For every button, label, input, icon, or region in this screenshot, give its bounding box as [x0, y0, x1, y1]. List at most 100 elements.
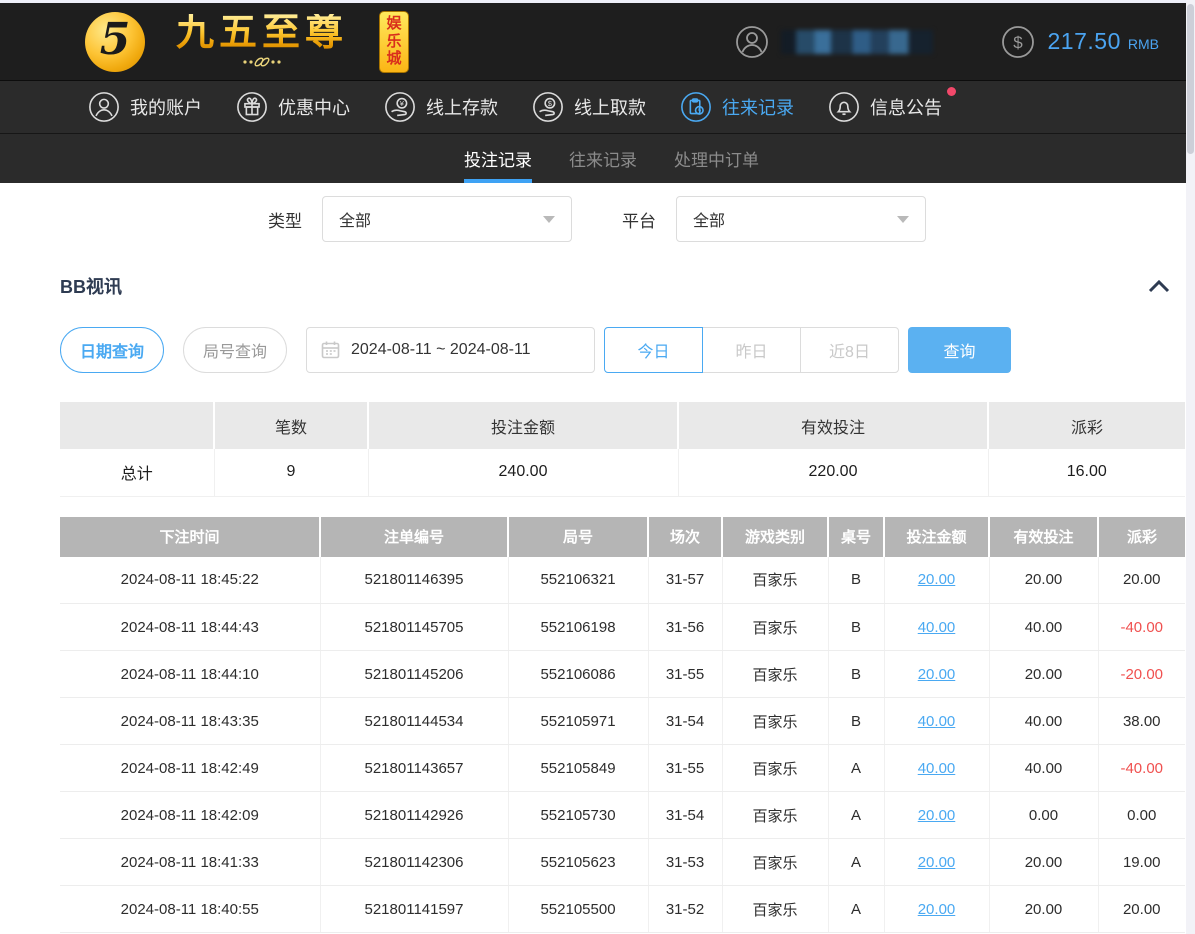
balance-display[interactable]: $ 217.50 RMB: [1001, 25, 1159, 59]
bet-table-body: 2024-08-11 18:45:22521801146395552106321…: [60, 557, 1185, 933]
bet-table-header-row: 下注时间 注单编号 局号 场次 游戏类别 桌号 投注金额 有效投注 派彩: [60, 517, 1185, 557]
balance-coin-icon: $: [1001, 25, 1035, 59]
col-game-type: 游戏类别: [722, 517, 828, 557]
table-cell: 31-56: [648, 604, 722, 651]
table-row: 2024-08-11 18:44:43521801145705552106198…: [60, 604, 1185, 651]
bet-amount-link[interactable]: 40.00: [918, 619, 956, 636]
table-cell: 20.00: [989, 839, 1098, 886]
table-cell[interactable]: 20.00: [884, 792, 989, 839]
site-header: 5 九五至尊 娱乐城 $: [0, 3, 1195, 80]
last-8-days-button[interactable]: 近8日: [800, 327, 899, 373]
nav-label: 线上存款: [426, 94, 498, 120]
platform-select[interactable]: 全部: [676, 196, 926, 242]
table-cell: 20.00: [989, 886, 1098, 933]
balance-amount: 217.50: [1048, 28, 1121, 55]
table-cell: 2024-08-11 18:43:35: [60, 698, 320, 745]
table-cell[interactable]: 20.00: [884, 557, 989, 604]
table-cell[interactable]: 40.00: [884, 604, 989, 651]
nav-label: 往来记录: [722, 94, 794, 120]
nav-item-my-account[interactable]: 我的账户: [88, 91, 202, 123]
nav-label: 信息公告: [870, 94, 942, 120]
summary-total-label: 总计: [60, 449, 214, 496]
table-cell: 2024-08-11 18:41:33: [60, 839, 320, 886]
table-cell: 20.00: [1098, 886, 1185, 933]
summary-count-value: 9: [214, 449, 368, 496]
table-cell[interactable]: 20.00: [884, 839, 989, 886]
chevron-down-icon: [543, 216, 555, 223]
table-row: 2024-08-11 18:40:55521801141597552105500…: [60, 886, 1185, 933]
table-cell: 2024-08-11 18:42:49: [60, 745, 320, 792]
table-cell: A: [828, 792, 884, 839]
table-cell: 31-55: [648, 745, 722, 792]
nav-item-deposit[interactable]: ¥ 线上存款: [384, 91, 498, 123]
bet-amount-link[interactable]: 20.00: [918, 901, 956, 918]
user-avatar-icon: [735, 25, 769, 59]
section-header: BB视讯: [60, 273, 1185, 299]
table-cell: 20.00: [1098, 557, 1185, 604]
table-cell: 31-57: [648, 557, 722, 604]
table-cell: A: [828, 839, 884, 886]
date-query-button[interactable]: 日期查询: [60, 327, 164, 373]
table-row: 2024-08-11 18:45:22521801146395552106321…: [60, 557, 1185, 604]
table-cell: A: [828, 745, 884, 792]
scrollbar-thumb[interactable]: [1187, 4, 1194, 154]
bet-amount-link[interactable]: 20.00: [918, 571, 956, 588]
tab-pending-orders[interactable]: 处理中订单: [674, 134, 759, 183]
table-cell: 百家乐: [722, 698, 828, 745]
bell-icon: [828, 91, 860, 123]
date-range-picker[interactable]: 2024-08-11 ~ 2024-08-11: [306, 327, 595, 373]
summary-header-empty: [60, 402, 214, 449]
collapse-chevron-up-icon[interactable]: [1148, 279, 1170, 293]
table-cell: 521801143657: [320, 745, 508, 792]
table-cell: 百家乐: [722, 557, 828, 604]
table-cell[interactable]: 20.00: [884, 886, 989, 933]
brand-name: 九五至尊: [176, 14, 348, 54]
tab-bet-records[interactable]: 投注记录: [464, 134, 532, 183]
table-cell: 0.00: [1098, 792, 1185, 839]
table-cell: 2024-08-11 18:44:43: [60, 604, 320, 651]
table-cell[interactable]: 40.00: [884, 745, 989, 792]
withdraw-icon: $: [532, 91, 564, 123]
type-filter-label: 类型: [268, 207, 302, 232]
date-range-value: 2024-08-11 ~ 2024-08-11: [351, 341, 531, 359]
site-logo[interactable]: 5 九五至尊 娱乐城: [85, 11, 409, 73]
today-button[interactable]: 今日: [604, 327, 703, 373]
table-cell: B: [828, 651, 884, 698]
table-cell[interactable]: 20.00: [884, 651, 989, 698]
bet-amount-link[interactable]: 20.00: [918, 854, 956, 871]
platform-filter-label: 平台: [622, 207, 656, 232]
notification-dot: [947, 87, 956, 96]
page-scrollbar[interactable]: [1186, 0, 1195, 934]
table-cell: 521801145705: [320, 604, 508, 651]
table-cell: 20.00: [989, 557, 1098, 604]
balance-currency: RMB: [1128, 36, 1159, 52]
round-query-button[interactable]: 局号查询: [183, 327, 287, 373]
svg-text:$: $: [1013, 33, 1023, 52]
table-cell: 百家乐: [722, 651, 828, 698]
user-account[interactable]: [735, 25, 933, 59]
table-row: 2024-08-11 18:42:09521801142926552105730…: [60, 792, 1185, 839]
table-cell: 552106198: [508, 604, 648, 651]
calendar-icon: [321, 340, 340, 359]
table-cell: -40.00: [1098, 745, 1185, 792]
table-cell: 521801142926: [320, 792, 508, 839]
search-button[interactable]: 查询: [908, 327, 1011, 373]
filter-row: 类型 全部 平台 全部: [60, 196, 1185, 242]
table-cell: 38.00: [1098, 698, 1185, 745]
bet-amount-link[interactable]: 20.00: [918, 666, 956, 683]
table-cell: 百家乐: [722, 604, 828, 651]
nav-item-transaction-records[interactable]: 往来记录: [680, 91, 794, 123]
yesterday-button[interactable]: 昨日: [702, 327, 801, 373]
bet-amount-link[interactable]: 40.00: [918, 760, 956, 777]
nav-item-announcements[interactable]: 信息公告: [828, 91, 942, 123]
table-cell: 0.00: [989, 792, 1098, 839]
type-select[interactable]: 全部: [322, 196, 572, 242]
nav-item-promotions[interactable]: 优惠中心: [236, 91, 350, 123]
table-cell: 31-54: [648, 792, 722, 839]
tab-transaction-records[interactable]: 往来记录: [569, 134, 637, 183]
bet-amount-link[interactable]: 20.00: [918, 807, 956, 824]
bet-amount-link[interactable]: 40.00: [918, 713, 956, 730]
table-cell[interactable]: 40.00: [884, 698, 989, 745]
col-table-code: 桌号: [828, 517, 884, 557]
nav-item-withdraw[interactable]: $ 线上取款: [532, 91, 646, 123]
